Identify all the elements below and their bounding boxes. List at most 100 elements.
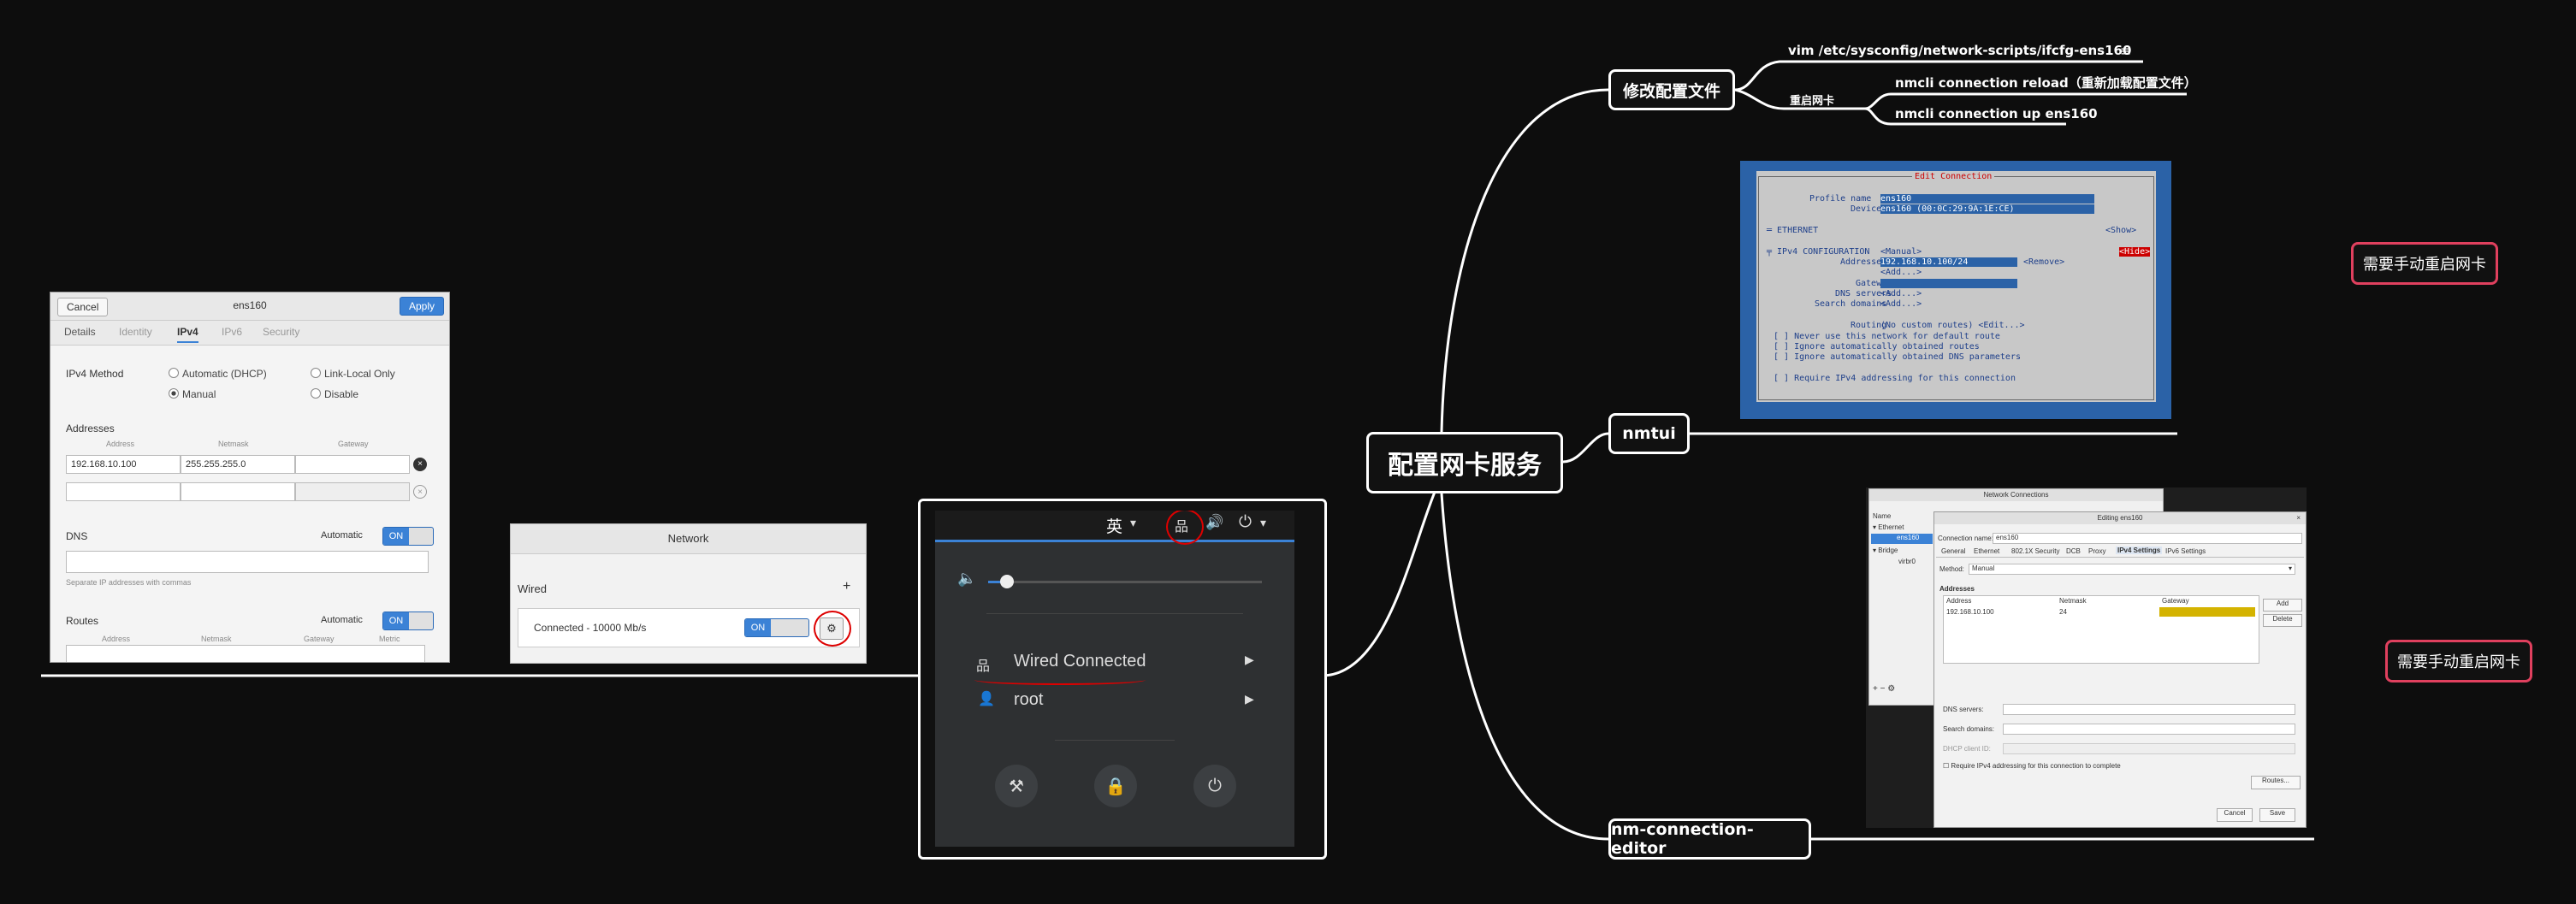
note-restart-1[interactable]: 需要手动重启网卡 [2351, 242, 2498, 285]
routes-button[interactable]: Routes... [2251, 776, 2301, 789]
tab-security[interactable]: Security [263, 326, 299, 338]
address-field[interactable]: 192.168.10.100/24 [1880, 257, 2017, 267]
dns-field[interactable] [66, 551, 429, 573]
power-off-icon[interactable]: ⏻ [1193, 765, 1236, 807]
gateway-field[interactable] [1880, 279, 2017, 288]
tab-proxy[interactable]: Proxy [2088, 547, 2105, 555]
wired-toggle[interactable]: ON [744, 618, 809, 637]
add-search-button[interactable]: <Add...> [1880, 299, 1922, 309]
gateway-field-empty[interactable] [295, 482, 410, 501]
address-cell[interactable]: 192.168.10.100 [1946, 608, 1994, 616]
cmd-vim[interactable]: vim /etc/sysconfig/network-scripts/ifcfg… [1788, 43, 2131, 58]
tab-ipv6[interactable]: IPv6 [222, 326, 242, 338]
col-address: Address [106, 440, 135, 448]
root-node[interactable]: 配置网卡服务 [1366, 432, 1563, 493]
add-address-button[interactable]: Add [2263, 599, 2302, 612]
lock-icon[interactable]: 🔒 [1094, 765, 1137, 807]
chevron-right-icon[interactable]: ▶ [1245, 653, 1254, 667]
search-domains-label: Search domains: [1943, 725, 1995, 733]
add-address-button[interactable]: <Add...> [1880, 268, 1922, 277]
volume-slider[interactable]: 🔈 [957, 570, 1270, 588]
remove-address-icon[interactable]: × [413, 458, 427, 471]
cmd-reload[interactable]: nmcli connection reload（重新加载配置文件） [1895, 74, 2197, 92]
delete-address-button[interactable]: Delete [2263, 614, 2302, 627]
close-icon[interactable]: × [2296, 514, 2301, 522]
dns-automatic-toggle[interactable]: ON [382, 527, 434, 546]
tab-8021x[interactable]: 802.1X Security [2011, 547, 2059, 555]
checkbox-ignore-dns[interactable]: [ ] Ignore automatically obtained DNS pa… [1774, 352, 2021, 362]
device-field[interactable]: ens160 (00:0C:29:9A:1E:CE) [1880, 204, 2094, 214]
node-nmtui[interactable]: nmtui [1608, 413, 1690, 454]
radio-automatic-dhcp[interactable]: Automatic (DHCP) [169, 368, 267, 380]
list-ethernet[interactable]: ▾ Ethernet [1873, 523, 1904, 531]
dns-servers-field[interactable] [2003, 704, 2295, 715]
checkbox-require-ipv4[interactable]: [ ] Require IPv4 addressing for this con… [1774, 374, 2016, 383]
list-item-ens160[interactable]: ens160 [1871, 534, 1933, 544]
ethernet-section[interactable]: ═ ETHERNET [1767, 226, 1818, 235]
radio-link-local[interactable]: Link-Local Only [311, 368, 395, 380]
tab-ipv4-settings[interactable]: IPv4 Settings [2116, 547, 2163, 554]
tab-identity[interactable]: Identity [119, 326, 152, 338]
netmask-field-empty[interactable] [181, 482, 295, 501]
cmd-up[interactable]: nmcli connection up ens160 [1895, 106, 2098, 121]
line-menu-to-root [1321, 460, 1455, 677]
address-field[interactable]: 192.168.10.100 [66, 455, 181, 474]
volume-icon[interactable]: 🔊 [1205, 514, 1223, 531]
checkbox-ignore-routes[interactable]: [ ] Ignore automatically obtained routes [1774, 342, 1980, 352]
address-field-empty[interactable] [66, 482, 181, 501]
node-nm-connection-editor[interactable]: nm-connection-editor [1608, 818, 1811, 860]
save-button[interactable]: Save [2259, 808, 2295, 822]
node-modify-config[interactable]: 修改配置文件 [1608, 69, 1735, 110]
remove-button[interactable]: <Remove> [2023, 257, 2064, 267]
dns-hint: Separate IP addresses with commas [66, 578, 192, 587]
conn-name-field[interactable]: ens160 [1993, 533, 2302, 544]
list-bridge[interactable]: ▾ Bridge [1873, 547, 1898, 554]
gateway-field[interactable] [295, 455, 410, 474]
apply-button[interactable]: Apply [399, 297, 444, 316]
netmask-field[interactable]: 255.255.255.0 [181, 455, 295, 474]
chevron-down-icon[interactable]: ▾ [1260, 516, 1266, 530]
netmask-cell[interactable]: 24 [2059, 608, 2067, 616]
chevron-down-icon[interactable]: ▾ [1130, 516, 1136, 530]
network-connections-title: Network Connections [1869, 489, 2163, 501]
network-panel: Network Wired + Connected - 10000 Mb/s O… [510, 523, 867, 664]
note-restart-2[interactable]: 需要手动重启网卡 [2385, 640, 2532, 682]
list-add-remove-buttons[interactable]: + − ⚙ [1873, 684, 1895, 694]
cancel-button[interactable]: Cancel [2217, 808, 2253, 822]
note-icon[interactable]: ≡ [2120, 43, 2131, 59]
user-item[interactable]: root [1014, 690, 1043, 710]
routes-automatic-toggle[interactable]: ON [382, 612, 434, 630]
tab-details[interactable]: Details [64, 326, 96, 338]
remove-empty-address-icon[interactable]: × [413, 485, 427, 499]
input-method-indicator[interactable]: 英 [1106, 514, 1122, 537]
tab-ethernet[interactable]: Ethernet [1974, 547, 1999, 555]
gateway-cell[interactable] [2159, 607, 2255, 617]
add-connection-button[interactable]: + [843, 579, 850, 594]
route-col-gateway: Gateway [304, 635, 335, 643]
hide-button[interactable]: <Hide> [2119, 247, 2151, 257]
method-select[interactable]: Manual ▾ [1969, 564, 2295, 575]
tab-ipv6-settings[interactable]: IPv6 Settings [2165, 547, 2206, 555]
radio-manual[interactable]: Manual [169, 388, 216, 400]
tab-general[interactable]: General [1941, 547, 1965, 555]
routing-edit-button[interactable]: (No custom routes) <Edit...> [1880, 321, 2025, 330]
add-dns-button[interactable]: <Add...> [1880, 289, 1922, 298]
dhcp-client-id-field[interactable] [2003, 743, 2295, 754]
show-button[interactable]: <Show> [2105, 226, 2136, 235]
manual-button[interactable]: <Manual> [1880, 247, 1922, 257]
checkbox-never-default[interactable]: [ ] Never use this network for default r… [1774, 332, 2000, 341]
profile-name-field[interactable]: ens160 [1880, 194, 2094, 204]
require-ipv4-checkbox[interactable]: ☐ Require IPv4 addressing for this conne… [1943, 762, 2121, 770]
tab-ipv4[interactable]: IPv4 [177, 326, 198, 343]
chevron-right-icon[interactable]: ▶ [1245, 692, 1254, 706]
route-row[interactable] [66, 645, 425, 662]
search-domains-field[interactable] [2003, 724, 2295, 735]
method-label: Method: [1939, 565, 1964, 573]
restart-nic-label[interactable]: 重启网卡 [1790, 92, 1834, 108]
settings-icon[interactable]: ⚒ [995, 765, 1038, 807]
tab-dcb[interactable]: DCB [2066, 547, 2081, 555]
list-item-virbr0[interactable]: virbr0 [1898, 558, 1916, 565]
wired-connected-item[interactable]: Wired Connected [1014, 652, 1146, 671]
power-icon[interactable]: ⏻ [1239, 513, 1252, 532]
radio-disable[interactable]: Disable [311, 388, 358, 400]
